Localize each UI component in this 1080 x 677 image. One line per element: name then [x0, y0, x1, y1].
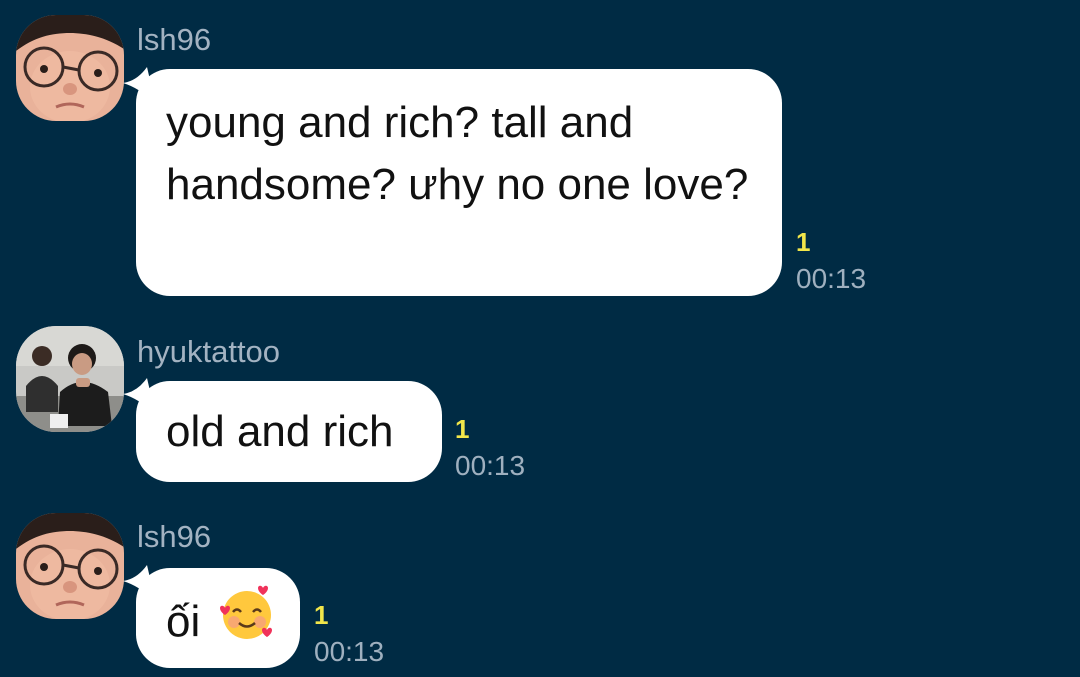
two-people-photo-avatar-icon [16, 326, 124, 432]
message-row: lsh96 ối 1 00:13 [0, 505, 1080, 677]
face-glasses-avatar-icon [16, 513, 124, 619]
message-bubble[interactable]: ối [136, 568, 300, 668]
unread-count: 1 [455, 414, 470, 444]
face-glasses-avatar-icon [16, 15, 124, 121]
message-meta: 1 00:13 [796, 229, 866, 295]
unread-count: 1 [314, 600, 329, 630]
user-avatar[interactable] [16, 326, 124, 432]
sender-name: lsh96 [137, 519, 212, 554]
sender-name: hyuktattoo [137, 334, 281, 369]
message-time: 00:13 [314, 636, 385, 667]
message-text: old and rich [166, 407, 394, 456]
message-time: 00:13 [455, 450, 526, 481]
smiling-face-with-hearts-icon [218, 584, 276, 659]
message-row: lsh96 young and rich? tall and handsome?… [0, 0, 1080, 300]
message-time: 00:13 [796, 263, 867, 294]
message-meta: 1 00:13 [455, 416, 525, 482]
user-avatar[interactable] [16, 513, 124, 619]
sender-name: lsh96 [137, 22, 212, 57]
message-bubble[interactable]: old and rich [136, 381, 442, 482]
user-avatar[interactable] [16, 15, 124, 121]
message-text: ối [166, 597, 201, 647]
message-text: young and rich? tall and handsome? ưhy n… [166, 98, 749, 209]
message-meta: 1 00:13 [314, 602, 384, 668]
message-bubble[interactable]: young and rich? tall and handsome? ưhy n… [136, 69, 782, 296]
unread-count: 1 [796, 227, 811, 257]
message-row: hyuktattoo old and rich 1 00:13 [0, 320, 1080, 490]
